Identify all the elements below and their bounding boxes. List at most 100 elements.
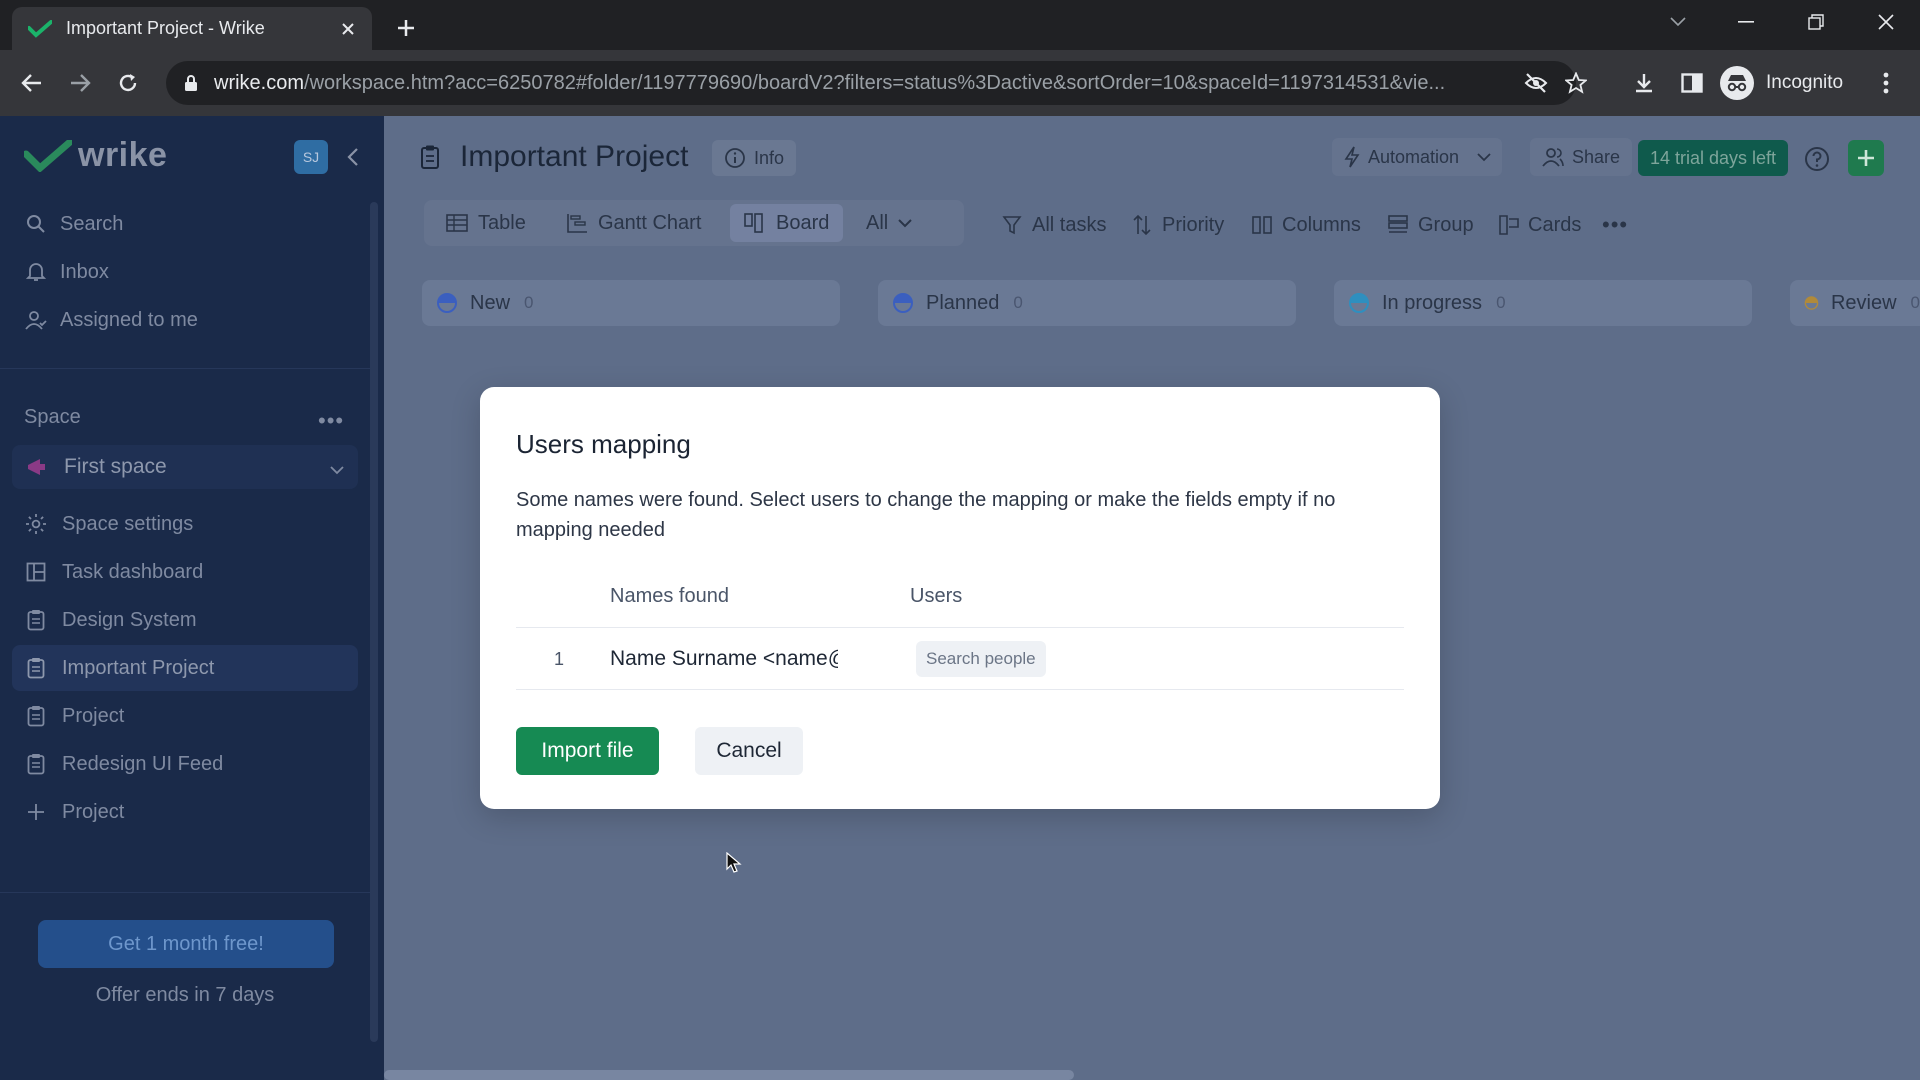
sidebar-item-assigned[interactable]: Assigned to me — [24, 304, 198, 336]
tab-label: Table — [478, 211, 526, 234]
url-text[interactable]: wrike.com/workspace.htm?acc=6250782#fold… — [214, 72, 1534, 95]
add-new-button[interactable] — [1848, 140, 1884, 176]
address-bar[interactable]: wrike.com/workspace.htm?acc=6250782#fold… — [166, 61, 1587, 105]
bell-icon — [24, 260, 48, 284]
share-button[interactable]: Share — [1530, 138, 1633, 176]
dialog-title: Users mapping — [516, 429, 691, 459]
bookmark-star-icon[interactable] — [1564, 71, 1588, 95]
restore-icon[interactable] — [1782, 0, 1850, 44]
share-label: Share — [1572, 146, 1621, 167]
mouse-cursor-icon — [726, 852, 742, 873]
board-column-new[interactable]: New 0 — [422, 280, 840, 326]
column-count: 0 — [1910, 293, 1920, 312]
group-settings[interactable]: Group — [1388, 210, 1474, 240]
trial-days-badge[interactable]: 14 trial days left — [1638, 140, 1789, 176]
space-label: Space — [24, 406, 81, 428]
search-people-input[interactable]: Search people — [916, 641, 1046, 677]
browser-menu-icon[interactable] — [1868, 65, 1904, 101]
gear-icon — [24, 512, 48, 536]
close-window-icon[interactable] — [1852, 0, 1920, 44]
sidebar-item-label: Important Project — [62, 656, 215, 679]
reload-icon[interactable] — [110, 65, 146, 101]
sidebar-item-important-project[interactable]: Important Project — [12, 645, 358, 691]
sort-icon — [1132, 214, 1154, 236]
sidebar: wrike SJ Search Inbox Assigned to me Spa… — [0, 116, 384, 1080]
sidebar-item-label: Project — [62, 800, 125, 823]
sidebar-item-label: Task dashboard — [62, 560, 204, 583]
space-selected-label: First space — [64, 455, 167, 478]
project-icon — [24, 608, 48, 632]
incognito-icon — [1720, 66, 1754, 100]
status-in-progress-icon — [1349, 293, 1369, 313]
collapse-sidebar-icon[interactable] — [340, 144, 366, 170]
search-icon — [24, 212, 48, 236]
browser-tab[interactable]: Important Project - Wrike — [12, 7, 372, 50]
download-icon[interactable] — [1626, 65, 1662, 101]
tab-close-icon[interactable] — [338, 19, 358, 39]
chevron-down-icon — [898, 218, 912, 228]
column-header-users: Users — [910, 585, 963, 607]
sidebar-item-design-system[interactable]: Design System — [12, 597, 358, 643]
sidebar-item-redesign-ui-feed[interactable]: Redesign UI Feed — [12, 741, 358, 787]
sidebar-divider — [0, 892, 370, 893]
table-divider — [516, 689, 1404, 690]
sidebar-item-inbox[interactable]: Inbox — [24, 256, 109, 288]
minimize-icon[interactable] — [1712, 0, 1780, 44]
new-tab-icon[interactable] — [390, 12, 422, 44]
cancel-button[interactable]: Cancel — [695, 727, 803, 775]
sidebar-item-add-project[interactable]: Project — [12, 789, 358, 835]
table-icon — [446, 212, 468, 234]
gantt-icon — [566, 212, 588, 234]
table-divider — [516, 627, 1404, 628]
board-column-in-progress[interactable]: In progress 0 — [1334, 280, 1752, 326]
get-month-free-button[interactable]: Get 1 month free! — [38, 920, 334, 968]
eye-off-icon[interactable] — [1524, 71, 1548, 95]
priority-sort[interactable]: Priority — [1132, 210, 1224, 240]
cards-settings[interactable]: Cards — [1498, 210, 1581, 240]
user-avatar[interactable]: SJ — [294, 140, 328, 174]
columns-settings[interactable]: Columns — [1252, 210, 1361, 240]
page-title-text: Important Project — [460, 140, 689, 173]
board-icon — [744, 212, 766, 234]
column-count: 0 — [1013, 293, 1023, 312]
info-label: Info — [754, 147, 785, 168]
tab-gantt-chart[interactable]: Gantt Chart — [552, 204, 715, 242]
info-button[interactable]: Info — [712, 140, 797, 176]
status-review-icon — [1804, 296, 1819, 310]
side-panel-icon[interactable] — [1674, 65, 1710, 101]
sidebar-item-label: Assigned to me — [60, 308, 198, 331]
tab-table[interactable]: Table — [432, 204, 540, 242]
column-count: 0 — [1496, 293, 1506, 312]
forward-icon[interactable] — [62, 65, 98, 101]
board-column-planned[interactable]: Planned 0 — [878, 280, 1296, 326]
views-all-dropdown[interactable]: All — [852, 204, 926, 242]
sidebar-item-space-settings[interactable]: Space settings — [12, 501, 358, 547]
sidebar-item-task-dashboard[interactable]: Task dashboard — [12, 549, 358, 595]
column-count: 0 — [524, 293, 534, 312]
wrike-logo[interactable]: wrike — [24, 136, 167, 175]
users-mapping-dialog: Users mapping Some names were found. Sel… — [480, 387, 1440, 809]
browser-tabstrip: Important Project - Wrike — [0, 0, 1920, 50]
sidebar-scrollbar[interactable] — [370, 202, 378, 1042]
help-icon[interactable] — [1804, 146, 1830, 172]
all-tasks-filter[interactable]: All tasks — [1002, 210, 1106, 240]
back-icon[interactable] — [14, 65, 50, 101]
sidebar-item-search[interactable]: Search — [24, 208, 123, 240]
row-number: 1 — [554, 649, 565, 669]
incognito-indicator[interactable]: Incognito — [1720, 63, 1843, 103]
share-users-icon — [1542, 146, 1564, 168]
automation-label: Automation — [1368, 146, 1460, 167]
info-icon — [724, 147, 746, 169]
more-options-icon[interactable]: ••• — [1602, 210, 1628, 240]
horizontal-scrollbar[interactable] — [384, 1070, 1074, 1080]
import-file-button[interactable]: Import file — [516, 727, 659, 775]
wrike-favicon-icon — [28, 19, 52, 39]
lock-icon[interactable] — [180, 72, 202, 94]
space-selector[interactable]: First space — [12, 445, 358, 489]
automation-button[interactable]: Automation — [1332, 138, 1502, 176]
tab-search-icon[interactable] — [1644, 0, 1712, 44]
tab-board[interactable]: Board — [730, 204, 844, 242]
space-more-icon[interactable]: ••• — [318, 408, 344, 434]
board-column-review[interactable]: Review 0 — [1790, 280, 1920, 326]
sidebar-item-project[interactable]: Project — [12, 693, 358, 739]
